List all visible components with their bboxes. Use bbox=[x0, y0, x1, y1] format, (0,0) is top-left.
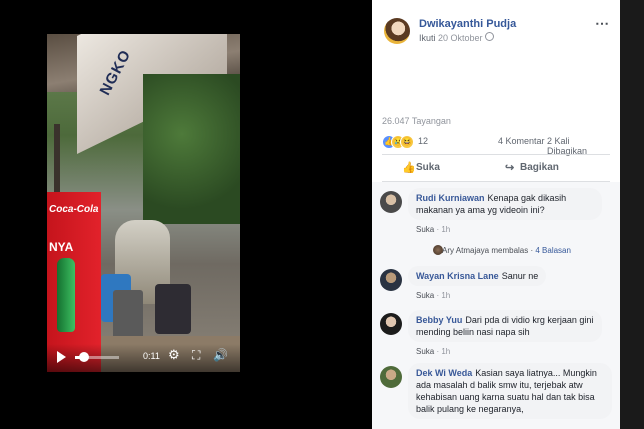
comment-bubble: Bebby Yuu Dari pda di vidio krg kerjaan g… bbox=[408, 310, 602, 342]
share-button-label: Bagikan bbox=[520, 162, 559, 173]
commenter-avatar[interactable] bbox=[380, 269, 402, 291]
cooler-brand-logo: Coca-Cola bbox=[49, 204, 99, 215]
share-button[interactable]: ↪ Bagikan bbox=[505, 162, 559, 174]
post-date[interactable]: 20 Oktober bbox=[438, 33, 483, 43]
comment-time[interactable]: 1h bbox=[441, 225, 450, 234]
post-header: Dwikayanthi Pudja Ikuti 20 Oktober ⋯ bbox=[372, 0, 620, 60]
follow-link[interactable]: Ikuti bbox=[419, 33, 436, 43]
comment-meta: Suka · 1h bbox=[416, 347, 451, 356]
fullscreen-icon[interactable]: ⛶ bbox=[192, 348, 200, 363]
commenter-name[interactable]: Dek Wi Weda bbox=[416, 368, 472, 378]
comment-bubble: Wayan Krisna Lane Sanur ne bbox=[408, 266, 547, 286]
commenter-name[interactable]: Wayan Krisna Lane bbox=[416, 271, 499, 281]
thumb-up-icon: 👍 bbox=[402, 162, 416, 174]
commenter-avatar[interactable] bbox=[380, 366, 402, 388]
reply-avatar bbox=[433, 245, 443, 255]
time-readout: 0:11 bbox=[143, 351, 160, 361]
more-options-icon[interactable]: ⋯ bbox=[595, 15, 609, 32]
haha-reaction-icon: 😆 bbox=[400, 135, 414, 149]
comment-time[interactable]: 1h bbox=[441, 347, 450, 356]
progress-knob[interactable] bbox=[78, 352, 89, 362]
volume-icon[interactable]: 🔊 bbox=[213, 348, 228, 362]
views-count: 26.047 Tayangan bbox=[382, 116, 451, 126]
share-count[interactable]: 2 Kali Dibagikan bbox=[547, 136, 612, 156]
gear-icon[interactable]: ⚙ bbox=[168, 348, 180, 361]
author-name[interactable]: Dwikayanthi Pudja bbox=[419, 18, 516, 30]
action-bar: 👍 Suka ↪ Bagikan bbox=[372, 156, 620, 182]
cooler-bottle bbox=[57, 258, 75, 332]
comment-count[interactable]: 4 Komentar bbox=[498, 136, 545, 146]
divider bbox=[382, 154, 610, 155]
comment-like-link[interactable]: Suka bbox=[416, 291, 434, 300]
like-button-label: Suka bbox=[416, 162, 440, 173]
comment-like-link[interactable]: Suka bbox=[416, 347, 434, 356]
video-player[interactable]: NGKO Coca-Cola NYA 0:11 ⚙ ⛶ 🔊 bbox=[0, 0, 372, 429]
comment-bubble: Dek Wi Weda Kasian saya liatnya... Mungki… bbox=[408, 363, 612, 419]
video-trees bbox=[143, 74, 240, 224]
comment-bubble: Rudi Kurniawan Kenapa gak dikasih makanan… bbox=[408, 188, 602, 220]
reactions-row[interactable]: 👍 😢 😆 12 4 Komentar 2 Kali Dibagikan bbox=[382, 135, 612, 156]
post-panel: Dwikayanthi Pudja Ikuti 20 Oktober ⋯ 26.… bbox=[372, 0, 620, 429]
video-luggage bbox=[155, 284, 191, 334]
reply-count: 4 Balasan bbox=[535, 246, 571, 255]
globe-icon bbox=[485, 32, 494, 41]
author-avatar[interactable] bbox=[384, 18, 410, 44]
reply-text: Ary Atmajaya membalas bbox=[442, 246, 529, 255]
commenter-name[interactable]: Rudi Kurniawan bbox=[416, 193, 485, 203]
commenter-name[interactable]: Bebby Yuu bbox=[416, 315, 462, 325]
commenter-avatar[interactable] bbox=[380, 313, 402, 335]
comment-like-link[interactable]: Suka bbox=[416, 225, 434, 234]
video-frame[interactable]: NGKO Coca-Cola NYA bbox=[47, 34, 240, 372]
cooler-text: NYA bbox=[49, 240, 74, 254]
share-icon: ↪ bbox=[505, 162, 515, 174]
comment-meta: Suka · 1h bbox=[416, 225, 451, 234]
video-controls: 0:11 ⚙ ⛶ 🔊 bbox=[47, 344, 240, 372]
video-bin bbox=[113, 290, 143, 342]
comments-list: Rudi Kurniawan Kenapa gak dikasih makanan… bbox=[372, 182, 620, 429]
comment-time[interactable]: 1h bbox=[441, 291, 450, 300]
comment-meta: Suka · 1h bbox=[416, 291, 451, 300]
background-edge bbox=[620, 0, 644, 429]
play-icon[interactable] bbox=[57, 351, 66, 363]
comment-text: Sanur ne bbox=[501, 271, 539, 281]
commenter-avatar[interactable] bbox=[380, 191, 402, 213]
reaction-total[interactable]: 12 bbox=[418, 136, 428, 146]
like-button[interactable]: 👍 Suka bbox=[402, 162, 440, 174]
reply-thread-link[interactable]: Ary Atmajaya membalas · 4 Balasan bbox=[433, 245, 571, 255]
